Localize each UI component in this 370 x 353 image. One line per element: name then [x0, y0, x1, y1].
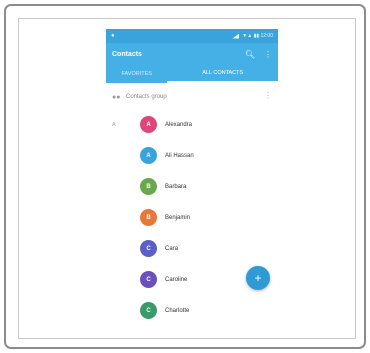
contact-name: Ali Hassan	[165, 152, 194, 159]
group-icon: ●●	[112, 93, 121, 101]
contact-list-item[interactable]: A Ali Hassan	[106, 140, 278, 171]
contact-name: Benjamin	[165, 214, 191, 221]
phone-screen: ● ▼▲ ▮▮ 12:00 Contacts 🔍︎ ⋮ Favorites	[106, 29, 278, 333]
contact-name: Charlotte	[165, 307, 190, 314]
contact-name: Alexandra	[165, 121, 193, 128]
status-left: ●	[111, 33, 115, 39]
search-icon[interactable]: 🔍︎	[245, 50, 255, 59]
avatar: A	[140, 147, 157, 164]
tab-all-contacts[interactable]: All contacts	[167, 65, 278, 83]
avatar: B	[140, 178, 157, 195]
group-label: Contacts group	[126, 94, 167, 100]
app-title: Contacts	[112, 50, 142, 58]
contact-list-item[interactable]: A A Alexandra	[106, 109, 278, 140]
tab-bar: Favorites All contacts	[106, 65, 278, 85]
tab-favorites-label: Favorites	[121, 71, 152, 77]
add-icon: +	[254, 271, 262, 285]
contact-list-item[interactable]: B Benjamin	[106, 202, 278, 233]
signal-icon	[232, 33, 240, 39]
avatar: A	[140, 116, 157, 133]
contact-name: Cara	[165, 245, 179, 252]
avatar: B	[140, 209, 157, 226]
app-bar: Contacts 🔍︎ ⋮	[106, 43, 278, 65]
contact-list: A A Alexandra A Ali Hassan B Barbara B B…	[106, 109, 278, 326]
status-indicators: ▼▲ ▮▮ 12:00	[242, 33, 273, 39]
avatar: C	[140, 302, 157, 319]
tab-all-contacts-label: All contacts	[202, 70, 244, 76]
scroll-indicator: ⋮	[264, 91, 272, 100]
tab-favorites[interactable]: Favorites	[106, 65, 167, 83]
add-contact-button[interactable]: +	[246, 266, 270, 290]
more-vert-icon[interactable]: ⋮	[264, 50, 272, 59]
status-right: ▼▲ ▮▮ 12:00	[232, 33, 273, 39]
avatar: C	[140, 240, 157, 257]
avatar: C	[140, 271, 157, 288]
app-actions: 🔍︎ ⋮	[245, 50, 272, 59]
contact-list-item[interactable]: C Cara	[106, 233, 278, 264]
status-bar: ● ▼▲ ▮▮ 12:00	[106, 29, 278, 43]
section-letter: A	[112, 121, 116, 128]
contact-name: Barbara	[165, 183, 187, 190]
contact-list-item[interactable]: B Barbara	[106, 171, 278, 202]
contact-name: Caroline	[165, 276, 188, 283]
contact-list-item[interactable]: C Charlotte	[106, 295, 278, 326]
screenshot-inner: ● ▼▲ ▮▮ 12:00 Contacts 🔍︎ ⋮ Favorites	[18, 18, 356, 339]
screenshot-frame: ● ▼▲ ▮▮ 12:00 Contacts 🔍︎ ⋮ Favorites	[4, 4, 366, 349]
contacts-group-row[interactable]: ●● Contacts group ⋮	[106, 85, 278, 109]
